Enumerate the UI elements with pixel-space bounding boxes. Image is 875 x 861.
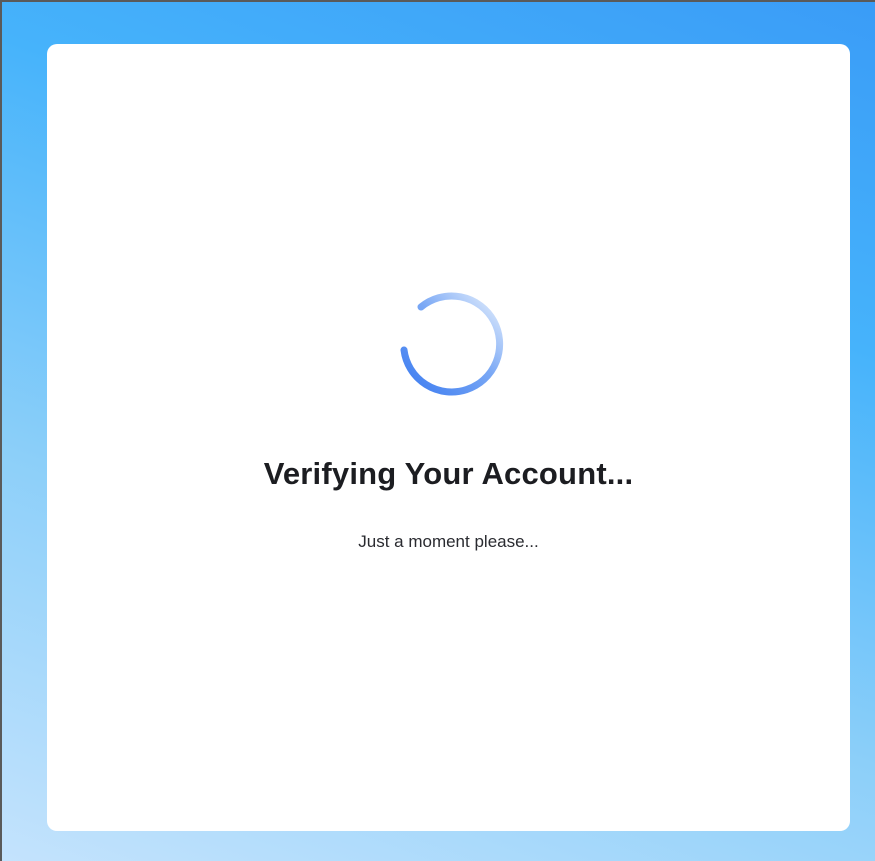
- background-frame: Verifying Your Account... Just a moment …: [0, 0, 875, 861]
- verification-card: Verifying Your Account... Just a moment …: [47, 44, 850, 831]
- spinner-arc: [400, 292, 504, 396]
- page-title: Verifying Your Account...: [263, 456, 634, 491]
- spinner-svg: [400, 292, 504, 396]
- loading-spinner-icon: [393, 284, 505, 396]
- status-message: Just a moment please...: [358, 532, 539, 551]
